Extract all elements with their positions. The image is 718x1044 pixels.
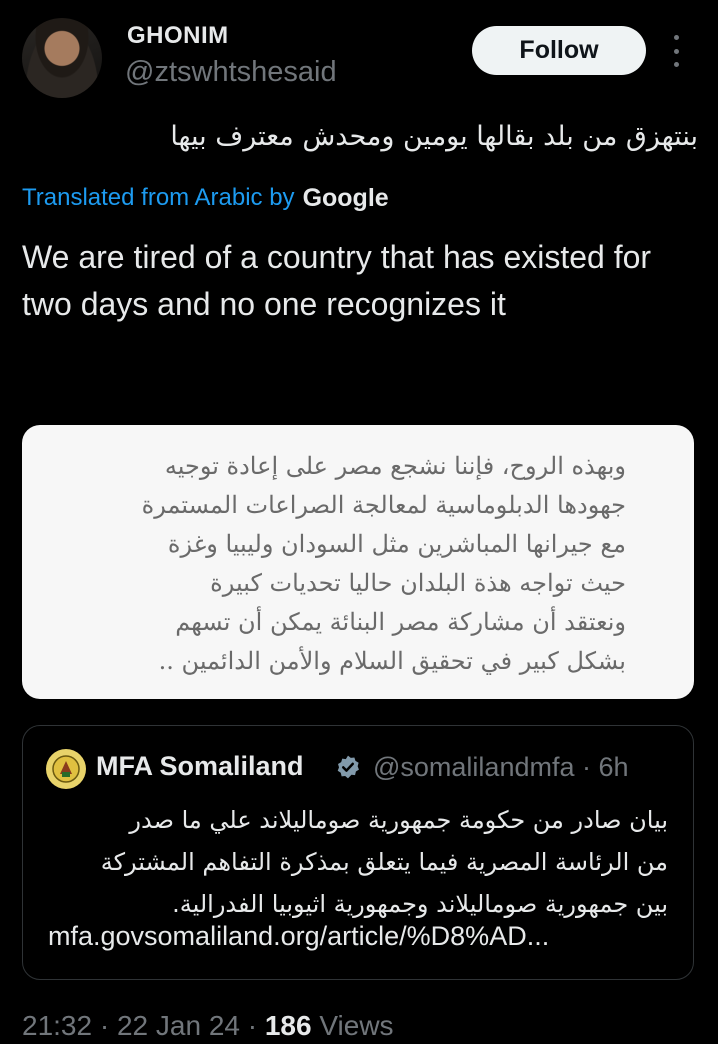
image-text-line: حيث تواجه هذة البلدان حاليا تحديات كبيرة bbox=[210, 569, 626, 597]
views-label: Views bbox=[311, 1010, 394, 1041]
google-logo: Google bbox=[302, 183, 389, 212]
tweet-meta: 21:32 · 22 Jan 24 · 186 Views bbox=[22, 1010, 394, 1042]
image-text-block: وبهذه الروح، فإننا نشجع مصر على إعادة تو… bbox=[66, 447, 626, 681]
quote-text-line: من الرئاسة المصرية فيما يتعلق بمذكرة الت… bbox=[100, 848, 668, 876]
emblem-icon bbox=[52, 755, 80, 783]
translation-attribution[interactable]: Translated from Arabic by Google bbox=[22, 180, 389, 216]
quote-text-line: بين جمهورية صوماليلاند وجمهورية اثيوبيا … bbox=[172, 890, 668, 918]
author-avatar[interactable] bbox=[22, 18, 102, 98]
image-text-line: جهودها الدبلوماسية لمعالجة الصراعات المس… bbox=[141, 491, 626, 519]
meta-separator: · bbox=[239, 1010, 265, 1041]
views-count: 186 bbox=[264, 1010, 312, 1041]
tweet-date[interactable]: 22 Jan 24 bbox=[117, 1010, 240, 1041]
author-display-name[interactable]: GHONIM bbox=[127, 22, 229, 50]
quote-handle-time[interactable]: @somalilandmfa · 6h bbox=[373, 752, 629, 783]
verified-badge-icon bbox=[337, 755, 359, 779]
quoted-tweet[interactable]: MFA Somaliland @somalilandmfa · 6h بيان … bbox=[22, 725, 694, 980]
quote-text: بيان صادر من حكومة جمهورية صوماليلاند عل… bbox=[48, 799, 668, 925]
image-text-line: ونعتقد أن مشاركة مصر البنائة يمكن أن تسه… bbox=[175, 608, 626, 636]
tweet-original-text: بنتهزق من بلد بقالها يومين ومحدش معترف ب… bbox=[170, 121, 698, 152]
image-text-line: بشكل كبير في تحقيق السلام والأمن الدائمي… bbox=[158, 647, 626, 675]
more-vertical-icon[interactable] bbox=[668, 35, 684, 67]
image-text-line: وبهذه الروح، فإننا نشجع مصر على إعادة تو… bbox=[164, 452, 626, 480]
tweet-time[interactable]: 21:32 bbox=[22, 1010, 92, 1041]
translation-label: Translated from Arabic by bbox=[22, 184, 295, 211]
tweet-image[interactable]: وبهذه الروح، فإننا نشجع مصر على إعادة تو… bbox=[22, 425, 694, 699]
image-text-line: مع جيرانها المباشرين مثل السودان وليبيا … bbox=[167, 530, 626, 558]
tweet-translated-text: We are tired of a country that has exist… bbox=[22, 239, 652, 322]
meta-separator: · bbox=[92, 1010, 117, 1041]
quote-link[interactable]: mfa.govsomaliland.org/article/%D8%AD... bbox=[48, 921, 549, 952]
author-handle[interactable]: @ztswhtshesaid bbox=[125, 56, 337, 89]
quote-author-name[interactable]: MFA Somaliland bbox=[96, 751, 304, 782]
quote-text-line: بيان صادر من حكومة جمهورية صوماليلاند عل… bbox=[129, 806, 668, 834]
follow-button[interactable]: Follow bbox=[472, 26, 646, 75]
quote-avatar[interactable] bbox=[46, 749, 86, 789]
